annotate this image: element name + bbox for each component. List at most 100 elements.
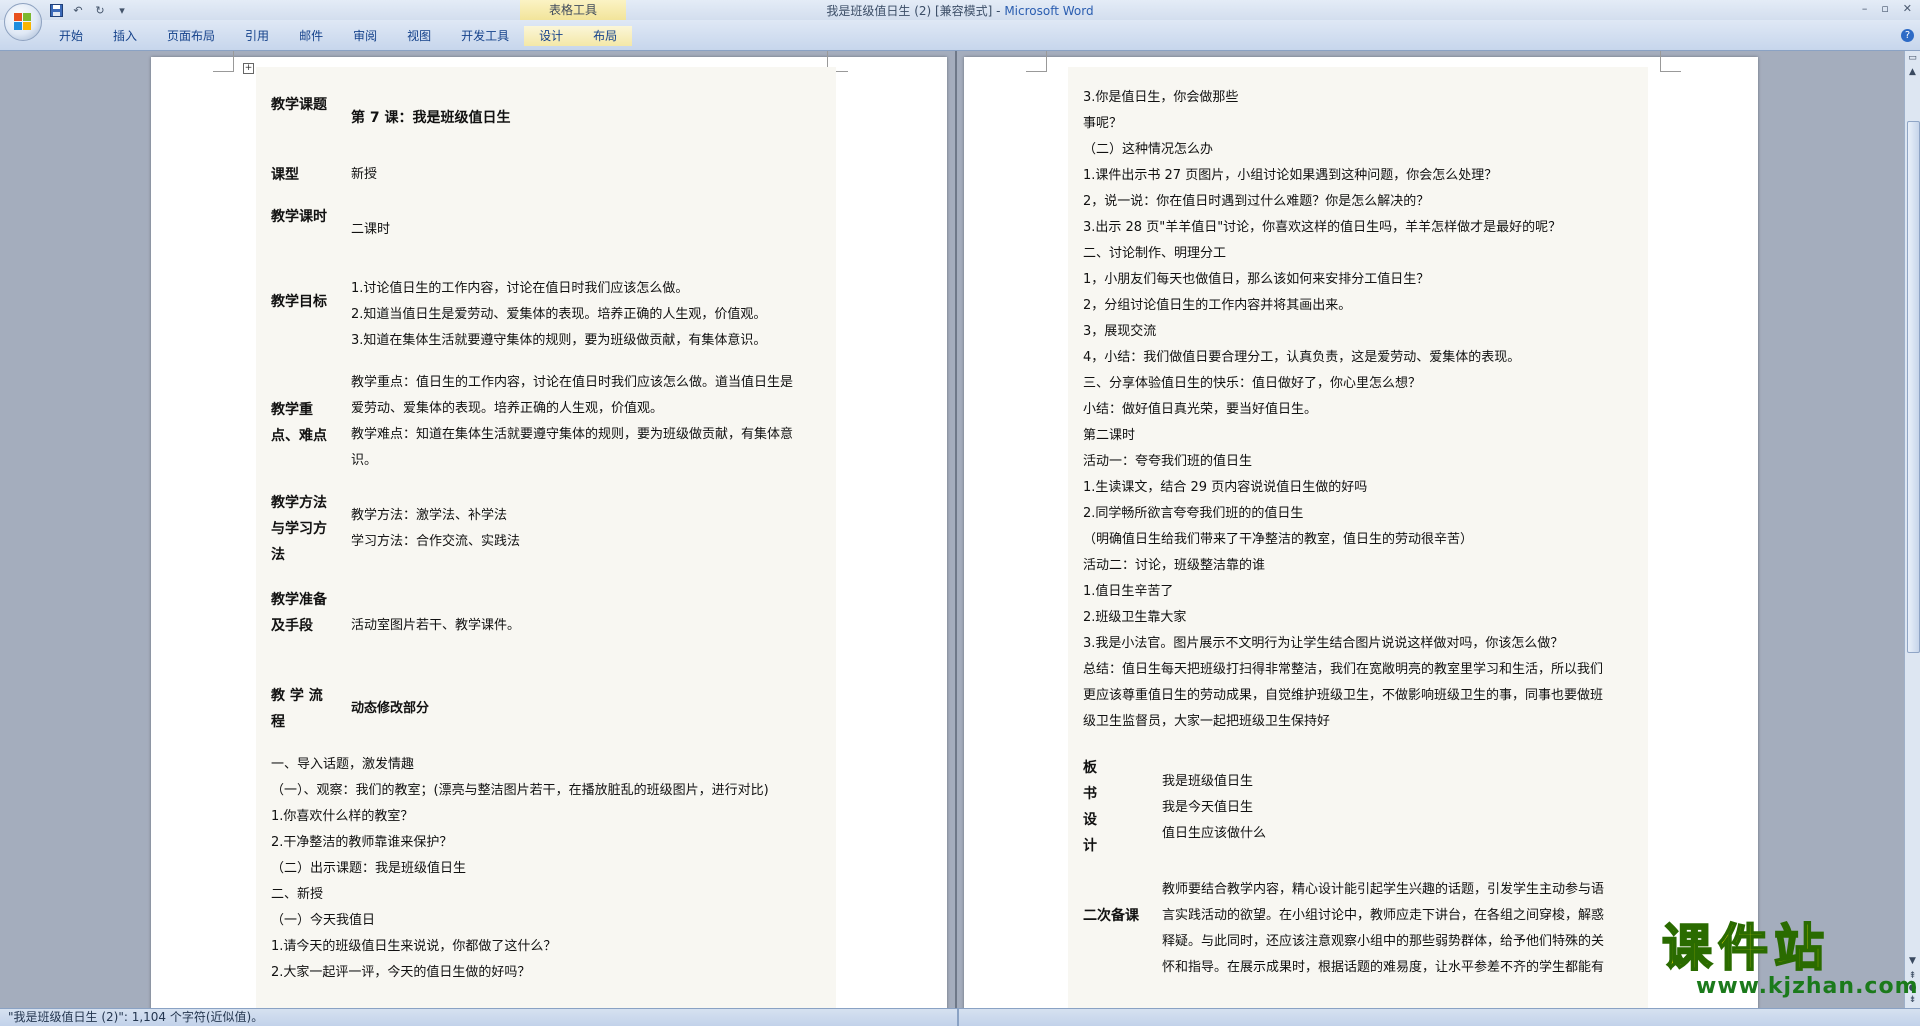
tab-insert[interactable]: 插入 (98, 26, 152, 46)
body-line: 1.请今天的班级值日生来说说，你都做了这什么？ (271, 939, 557, 954)
watermark-title: 课件站 (1661, 919, 1830, 977)
board-line: 我是班级值日生 (1162, 774, 1254, 789)
prep-line: 释疑。与此同时，还应该注意观察小组中的那些弱势群体，给予他们特殊的关 (1162, 934, 1605, 949)
body-line: 一、导入话题，激发情趣 (271, 757, 415, 772)
close-icon[interactable]: ✕ (1903, 2, 1912, 15)
save-icon[interactable] (48, 2, 64, 18)
title-bar: 表格工具 我是班级值日生 (2) [兼容模式] - Microsoft Word… (0, 0, 1920, 20)
key-point-line: 教学重点：值日生的工作内容，讨论在值日时我们应该怎么做。道当值日生是 (351, 375, 794, 390)
body-line: 2.同学畅所欲言夸夸我们班的的值日生 (1083, 506, 1304, 521)
body-line: 3.我是小法官。图片展示不文明行为让学生结合图片说说这样做对吗，你该怎么做？ (1083, 636, 1564, 651)
body-line: 2，分组讨论值日生的工作内容并将其画出来。 (1083, 298, 1352, 313)
body-line: 1.生读课文，结合 29 页内容说说值日生做的好吗 (1083, 480, 1368, 495)
customize-qat-icon[interactable]: ▾ (114, 2, 130, 18)
restore-icon[interactable]: ▫ (1881, 2, 1888, 15)
body-line: 3.出示 28 页"羊羊值日"讨论，你喜欢这样的值日生吗，羊羊怎样做才是最好的呢… (1083, 220, 1562, 235)
tab-mailings[interactable]: 邮件 (284, 26, 338, 46)
row-label: 教学课时 (271, 209, 327, 225)
second-prep-label-text: 二次备课 (1083, 908, 1139, 924)
word-count-status[interactable]: "我是班级值日生 (2)": 1,104 个字符(近似值)。 (8, 1009, 263, 1026)
tab-view[interactable]: 视图 (392, 26, 446, 46)
crop-mark (213, 51, 234, 72)
body-line: 更应该尊重值日生的劳动成果，自觉维护班级卫生，不做影响班级卫生的事，同事也要做班 (1083, 688, 1604, 703)
split-divider (955, 51, 957, 1008)
body-line: 1，小朋友们每天也做值日，那么该如何来安排分工值日生？ (1083, 272, 1430, 287)
body-line: 3.你是值日生，你会做那些 (1083, 90, 1239, 105)
board-design-label: 板 书 设 计 (1083, 755, 1107, 859)
page-right: 3.你是值日生，你会做那些 事呢？ （二）这种情况怎么办 1.课件出示书 27 … (964, 51, 1758, 1008)
body-line: 1.课件出示书 27 页图片，小组讨论如果遇到这种问题，你会怎么处理？ (1083, 168, 1498, 183)
scrollbar-thumb[interactable] (1907, 121, 1920, 653)
body-line: 4，小结：我们做值日要合理分工，认真负责，这是爱劳动、爱集体的表现。 (1083, 350, 1521, 365)
vertical-scrollbar[interactable]: ▭ ▲ ▼ ⇞ ● ⇟ (1904, 51, 1920, 1008)
redo-icon[interactable]: ↻ (92, 2, 108, 18)
row-label: 教学方法与学习方法 (271, 495, 327, 563)
scroll-up-icon[interactable]: ▲ (1907, 67, 1918, 78)
body-line: 二、讨论制作、明理分工 (1083, 246, 1227, 261)
body-line: 活动二：讨论，班级整洁靠的谁 (1083, 558, 1266, 573)
minimize-icon[interactable]: – (1862, 2, 1868, 15)
body-line: （明确值日生给我们带来了干净整洁的教室，值日生的劳动很辛苦） (1083, 532, 1474, 547)
body-line: （一）今天我值日 (271, 913, 376, 928)
key-point-line: 爱劳动、爱集体的表现。培养正确的人生观，价值观。 (351, 401, 664, 416)
body-line: 2.大家一起评一评，今天的值日生做的好吗？ (271, 965, 531, 980)
crop-mark (1660, 51, 1681, 72)
goal-line: 3.知道在集体生活就要遵守集体的规则，要为班级做贡献，有集体意识。 (351, 333, 767, 348)
body-line: 二、新授 (271, 887, 324, 902)
window-title: 我是班级值日生 (2) [兼容模式] - Microsoft Word (0, 2, 1920, 19)
tab-references[interactable]: 引用 (230, 26, 284, 46)
second-prep-label: 二次备课 (1083, 903, 1143, 929)
window-controls: – ▫ ✕ (1862, 2, 1912, 15)
watermark-url: www.kjzhan.com (1696, 974, 1919, 999)
body-line: 2.干净整洁的教师靠谁来保护？ (271, 835, 453, 850)
table-move-handle-icon[interactable]: + (243, 63, 254, 74)
undo-icon[interactable]: ↶ (70, 2, 86, 18)
body-line: 3，展现交流 (1083, 324, 1157, 339)
ruler-toggle-icon[interactable]: ▭ (1907, 53, 1918, 64)
right-body-text: 3.你是值日生，你会做那些 事呢？ （二）这种情况怎么办 1.课件出示书 27 … (1083, 85, 1658, 735)
body-line: 2，说一说：你在值日时遇到过什么难题？你是怎么解决的？ (1083, 194, 1430, 209)
help-icon[interactable]: ? (1901, 29, 1914, 42)
difficulty-line: 识。 (351, 453, 378, 468)
board-line: 我是今天值日生 (1162, 800, 1254, 815)
row-content: 活动室图片若干、教学课件。 (351, 618, 521, 633)
row-content: 教学方法：激学法、补学法 学习方法：合作交流、实践法 (351, 503, 836, 555)
lesson-title: 第 7 课：我是班级值日生 (351, 110, 511, 126)
body-line: 小结：做好值日真光荣，要当好值日生。 (1083, 402, 1318, 417)
quick-access-toolbar: ↶ ↻ ▾ (48, 2, 130, 18)
body-line: （一）、观察：我们的教室；(漂亮与整洁图片若干，在播放脏乱的班级图片，进行对比) (271, 783, 769, 798)
office-button[interactable] (4, 3, 42, 41)
goal-line: 2.知道当值日生是爱劳动、爱集体的表现。培养正确的人生观，价值观。 (351, 307, 767, 322)
row-content: 教学重点：值日生的工作内容，讨论在值日时我们应该怎么做。道当值日生是 爱劳动、爱… (351, 370, 836, 474)
left-body-text: 一、导入话题，激发情趣 （一）、观察：我们的教室；(漂亮与整洁图片若干，在播放脏… (271, 752, 851, 986)
body-line: （二）这种情况怎么办 (1083, 142, 1214, 157)
method-line: 学习方法：合作交流、实践法 (351, 534, 521, 549)
difficulty-line: 教学难点：知道在集体生活就要遵守集体的规则，要为班级做贡献，有集体意 (351, 427, 794, 442)
document-workspace: + 教学课题 第 7 课：我是班级值日生 课型 新授 教学课时 二课时 教学目标… (0, 51, 1904, 1008)
status-divider (957, 1009, 959, 1026)
scroll-down-icon[interactable]: ▼ (1907, 956, 1918, 967)
row-content: 新授 (351, 167, 378, 182)
app-name: Microsoft Word (1004, 4, 1094, 18)
method-line: 教学方法：激学法、补学法 (351, 508, 508, 523)
body-line: 总结：值日生每天把班级打扫得非常整洁，我们在宽敞明亮的教室里学习和生活，所以我们 (1083, 662, 1604, 677)
row-label: 教 学 流 程 (271, 688, 323, 730)
board-label-char: 计 (1083, 838, 1097, 854)
tab-review[interactable]: 审阅 (338, 26, 392, 46)
prep-line: 怀和指导。在展示成果时，根据话题的难易度，让水平参差不齐的学生都能有 (1162, 960, 1605, 975)
tab-home[interactable]: 开始 (44, 26, 98, 46)
body-line: （二）出示课题：我是班级值日生 (271, 861, 467, 876)
document-title: 我是班级值日生 (2) [兼容模式] - (826, 4, 1005, 18)
body-line: 事呢？ (1083, 116, 1123, 131)
tab-table-design[interactable]: 设计 (524, 26, 579, 46)
tab-developer[interactable]: 开发工具 (446, 26, 524, 46)
row-content: 二课时 (351, 222, 391, 237)
watermark: 课件站 www.kjzhan.com (1661, 919, 1919, 999)
tab-page-layout[interactable]: 页面布局 (152, 26, 230, 46)
body-line: 1.值日生辛苦了 (1083, 584, 1174, 599)
body-line: 三、分享体验值日生的快乐：值日做好了，你心里怎么想？ (1083, 376, 1422, 391)
ribbon: 开始 插入 页面布局 引用 邮件 审阅 视图 开发工具 设计 布局 ? (0, 20, 1920, 51)
second-prep-content: 教师要结合教学内容，精心设计能引起学生兴趣的话题，引发学生主动参与语 言实践活动… (1162, 877, 1642, 981)
tab-table-layout[interactable]: 布局 (578, 26, 633, 46)
board-label-char: 板 (1083, 760, 1097, 776)
